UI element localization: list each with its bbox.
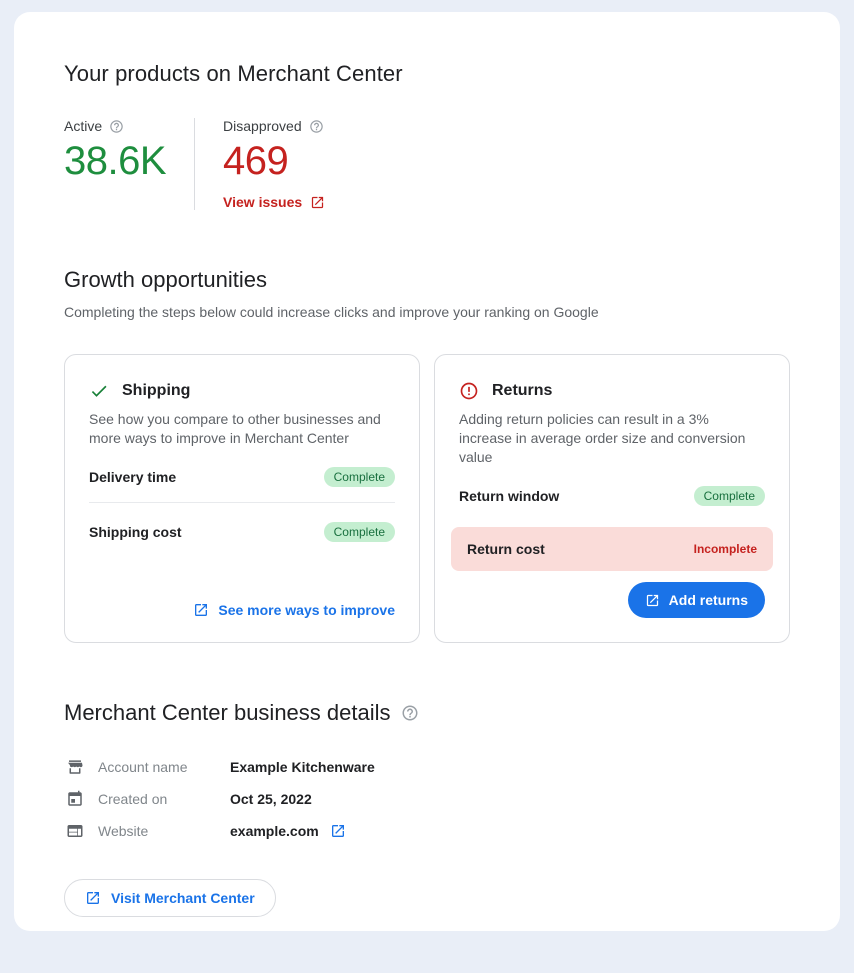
visit-merchant-center-label: Visit Merchant Center	[111, 890, 255, 906]
returns-card-title: Returns	[492, 382, 552, 400]
view-issues-link[interactable]: View issues	[223, 194, 325, 210]
detail-label: Created on	[98, 791, 230, 807]
row-label: Return cost	[467, 541, 545, 557]
business-details-title: Merchant Center business details	[64, 699, 790, 727]
status-badge: Complete	[324, 467, 395, 487]
alert-circle-icon	[459, 381, 479, 401]
calendar-icon	[66, 790, 84, 808]
storefront-icon	[66, 758, 84, 776]
incomplete-status: Incomplete	[694, 542, 757, 556]
help-icon[interactable]	[109, 119, 124, 134]
external-link-icon	[310, 195, 325, 210]
disapproved-label: Disapproved	[223, 118, 302, 134]
stat-active: Active 38.6K	[64, 118, 166, 210]
shipping-card-description: See how you compare to other businesses …	[89, 410, 395, 448]
detail-row-created-on: Created on Oct 25, 2022	[64, 783, 790, 815]
returns-card-description: Adding return policies can result in a 3…	[459, 410, 765, 467]
created-on-value: Oct 25, 2022	[230, 791, 312, 807]
check-icon	[89, 381, 109, 401]
external-link-icon	[85, 890, 101, 906]
growth-cards: Shipping See how you compare to other bu…	[64, 354, 790, 643]
row-delivery-time: Delivery time Complete	[89, 452, 395, 502]
stat-disapproved: Disapproved 469 View issues	[223, 118, 325, 210]
detail-row-website: Website example.com	[64, 815, 790, 847]
row-shipping-cost: Shipping cost Complete	[89, 507, 395, 557]
help-icon[interactable]	[309, 119, 324, 134]
detail-label: Website	[98, 823, 230, 839]
website-url: example.com	[230, 823, 319, 839]
active-label: Active	[64, 118, 102, 134]
see-more-ways-link[interactable]: See more ways to improve	[193, 602, 395, 618]
business-details-list: Account name Example Kitchenware Created…	[64, 751, 790, 847]
external-link-icon	[645, 593, 660, 608]
row-label: Return window	[459, 488, 559, 504]
row-divider	[89, 502, 395, 503]
disapproved-count: 469	[223, 138, 325, 184]
add-returns-button[interactable]: Add returns	[628, 582, 765, 618]
returns-card: Returns Adding return policies can resul…	[434, 354, 790, 643]
add-returns-label: Add returns	[669, 592, 748, 608]
page-background: Your products on Merchant Center Active …	[0, 0, 854, 973]
growth-subtitle: Completing the steps below could increas…	[64, 302, 790, 322]
growth-section-title: Growth opportunities	[64, 266, 790, 294]
row-return-window: Return window Complete	[459, 471, 765, 521]
help-icon[interactable]	[401, 704, 419, 722]
status-badge: Complete	[694, 486, 765, 506]
detail-row-account-name: Account name Example Kitchenware	[64, 751, 790, 783]
product-stats: Active 38.6K Disapproved 469 View issues	[64, 118, 790, 210]
row-label: Shipping cost	[89, 524, 182, 540]
stats-divider	[194, 118, 195, 210]
row-return-cost-incomplete: Return cost Incomplete	[451, 527, 773, 571]
view-issues-label: View issues	[223, 194, 302, 210]
external-link-icon	[193, 602, 209, 618]
website-value: example.com	[230, 823, 346, 839]
browser-icon	[66, 822, 84, 840]
detail-label: Account name	[98, 759, 230, 775]
growth-title-text: Growth opportunities	[64, 266, 267, 294]
products-section-title: Your products on Merchant Center	[64, 60, 790, 88]
external-link-icon[interactable]	[330, 823, 346, 839]
visit-merchant-center-button[interactable]: Visit Merchant Center	[64, 879, 276, 917]
shipping-card-title: Shipping	[122, 382, 190, 400]
merchant-center-panel: Your products on Merchant Center Active …	[14, 12, 840, 931]
shipping-card: Shipping See how you compare to other bu…	[64, 354, 420, 643]
row-label: Delivery time	[89, 469, 176, 485]
business-title-text: Merchant Center business details	[64, 699, 391, 727]
status-badge: Complete	[324, 522, 395, 542]
account-name-value: Example Kitchenware	[230, 759, 375, 775]
active-count: 38.6K	[64, 138, 166, 184]
see-more-ways-label: See more ways to improve	[218, 602, 395, 618]
